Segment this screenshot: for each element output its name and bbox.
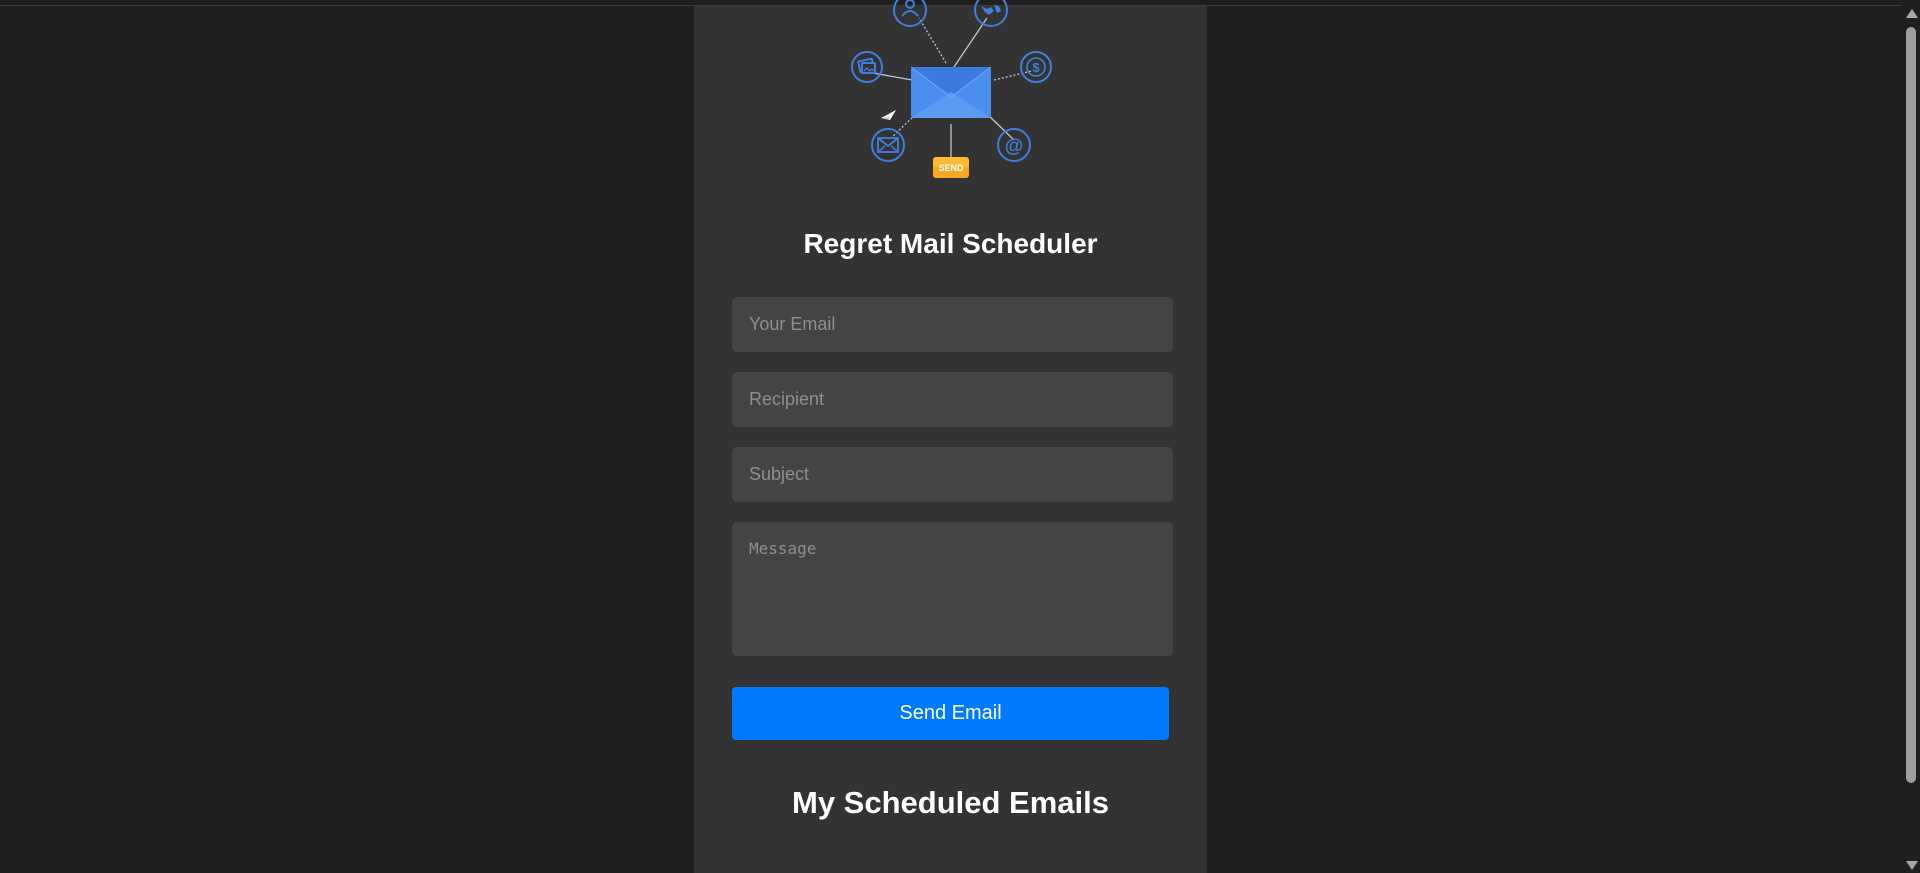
scroll-up-arrow-icon[interactable] [1906, 9, 1918, 18]
scheduled-emails-heading: My Scheduled Emails [792, 785, 1109, 820]
message-textarea[interactable] [732, 522, 1173, 656]
globe-icon [974, 0, 1008, 27]
send-email-button[interactable]: Send Email [732, 687, 1169, 740]
subject-input[interactable] [732, 447, 1173, 502]
at-sign-icon: @ [997, 128, 1031, 162]
paper-plane-icon [881, 110, 896, 120]
at-symbol: @ [1005, 136, 1024, 157]
scrollbar-thumb[interactable] [1906, 27, 1916, 783]
dollar-icon: $ [1020, 51, 1052, 83]
scroll-down-arrow-icon[interactable] [1906, 861, 1918, 870]
scheduler-card: $ @ SEND Regret Mail Scheduler Your Emai… [694, 0, 1207, 873]
mail-icon [871, 128, 905, 162]
send-badge-label: SEND [938, 163, 964, 173]
photo-icon [851, 51, 883, 83]
your-email-input[interactable] [732, 297, 1173, 352]
send-badge: SEND [933, 157, 969, 178]
page-title: Regret Mail Scheduler [803, 228, 1098, 259]
recipient-input[interactable] [732, 372, 1173, 427]
email-network-illustration: $ @ SEND [851, 0, 1052, 178]
person-icon [893, 0, 927, 27]
dollar-symbol: $ [1032, 60, 1040, 75]
page-scrollbar[interactable] [1902, 0, 1920, 873]
envelope-icon [910, 66, 992, 118]
